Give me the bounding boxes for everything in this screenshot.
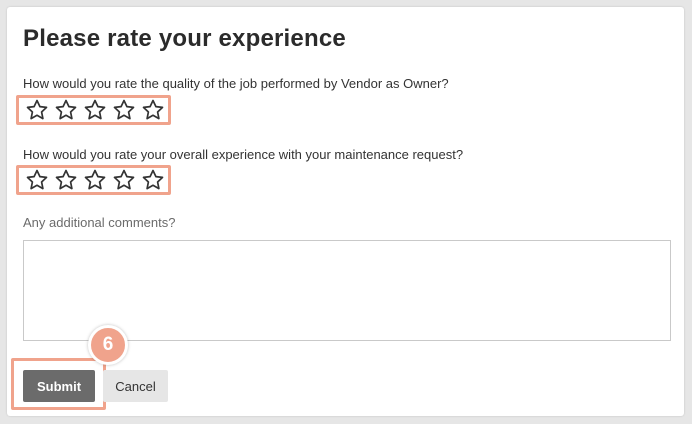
question-quality-label: How would you rate the quality of the jo…	[23, 76, 449, 91]
cancel-button[interactable]: Cancel	[103, 370, 168, 402]
quality-rating-highlight	[16, 95, 171, 125]
star-icon[interactable]	[141, 98, 165, 122]
star-icon[interactable]	[54, 98, 78, 122]
star-icon[interactable]	[112, 98, 136, 122]
star-icon[interactable]	[141, 168, 165, 192]
question-overall-label: How would you rate your overall experien…	[23, 147, 464, 162]
star-icon[interactable]	[25, 98, 49, 122]
star-icon[interactable]	[83, 168, 107, 192]
star-icon[interactable]	[83, 98, 107, 122]
comments-textarea[interactable]	[23, 240, 671, 341]
overall-rating-highlight	[16, 165, 171, 195]
star-icon[interactable]	[112, 168, 136, 192]
star-icon[interactable]	[54, 168, 78, 192]
star-icon[interactable]	[25, 168, 49, 192]
rating-card: Please rate your experience How would yo…	[7, 7, 684, 416]
submit-button[interactable]: Submit	[23, 370, 95, 402]
page-title: Please rate your experience	[23, 25, 346, 52]
comments-label: Any additional comments?	[23, 215, 176, 230]
step-badge: 6	[88, 325, 128, 365]
